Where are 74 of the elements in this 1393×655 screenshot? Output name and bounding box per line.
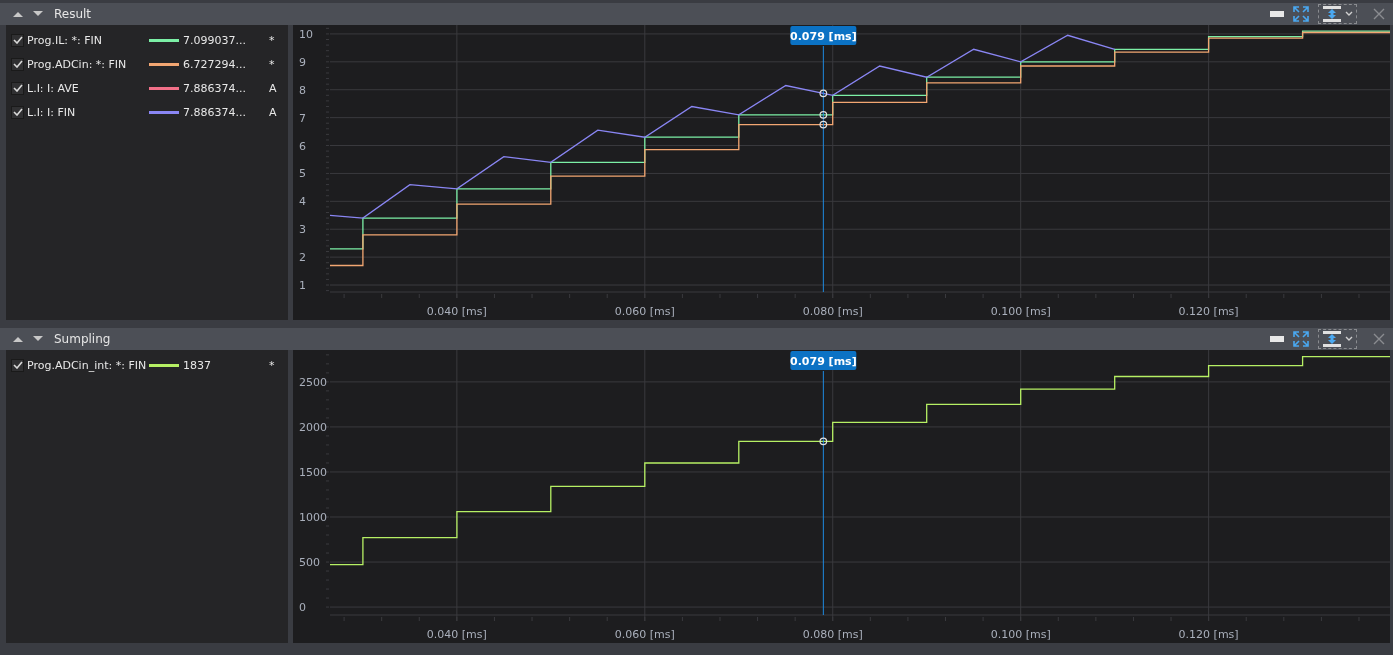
y-axis-label: 500 — [299, 556, 320, 570]
minimize-icon[interactable] — [1270, 335, 1284, 343]
cursor-label: 0.079 [ms] — [790, 26, 857, 45]
fit-all-icon[interactable] — [1292, 330, 1310, 348]
fit-vertical-dropdown[interactable] — [1318, 4, 1357, 24]
checkbox[interactable] — [11, 33, 24, 47]
x-axis-label: 0.080 [ms] — [802, 305, 863, 318]
series-name: L.I: I: AVE — [27, 81, 80, 95]
caret-icon — [1345, 11, 1353, 17]
panel-title: Sumpling — [54, 332, 111, 346]
cursor-label: 0.079 [ms] — [790, 351, 857, 370]
minimize-icon[interactable] — [1270, 10, 1284, 18]
x-axis-label: 0.120 [ms] — [1178, 305, 1239, 318]
close-icon[interactable] — [1373, 8, 1385, 20]
collapse-up-icon[interactable] — [12, 335, 24, 343]
y-axis-label: 3 — [299, 223, 306, 237]
series-name: Prog.ADCin_int: *: FIN — [27, 358, 148, 372]
y-axis-label: 8 — [299, 83, 306, 97]
ref-line-label: 0.079 [ms] — [790, 30, 857, 43]
series-value: 7.099037... — [183, 33, 247, 47]
cursor-line[interactable] — [822, 370, 824, 616]
y-axis-label: 1000 — [299, 511, 327, 524]
unit-label: * — [269, 57, 275, 71]
ref-line-label: 0.079 [ms] — [790, 355, 857, 368]
panel-title: Result — [54, 7, 92, 21]
checkbox[interactable] — [11, 358, 24, 372]
series-value: 1837 — [183, 358, 212, 372]
unit-label: * — [269, 33, 275, 47]
fit-vertical-dropdown[interactable] — [1318, 329, 1357, 349]
x-axis-label: 0.080 [ms] — [802, 628, 863, 641]
cursor-point — [819, 437, 828, 446]
y-axis-label: 2000 — [299, 420, 327, 434]
cursor-point — [819, 110, 828, 119]
series-name: Prog.IL: *: FIN — [27, 33, 103, 47]
y-axis-label: 0 — [299, 601, 306, 615]
series-value: 7.886374... — [183, 81, 247, 95]
checkbox[interactable] — [11, 105, 24, 119]
collapse-up-icon[interactable] — [12, 10, 24, 18]
series-name: L.I: I: FIN — [27, 105, 77, 119]
x-axis-label: 0.060 [ms] — [614, 628, 675, 641]
expand-down-icon[interactable] — [32, 10, 44, 18]
x-axis-label: 0.040 [ms] — [426, 305, 487, 318]
cursor-line[interactable] — [822, 45, 824, 293]
y-axis-label: 1 — [299, 279, 306, 293]
x-axis-label: 0.100 [ms] — [990, 305, 1051, 318]
caret-icon — [1345, 336, 1353, 342]
x-axis-label: 0.060 [ms] — [614, 305, 675, 318]
cursor-point — [819, 89, 828, 98]
y-axis-label: 4 — [299, 195, 306, 209]
y-axis-label: 1500 — [299, 465, 327, 479]
x-axis-label: 0.120 [ms] — [1178, 628, 1239, 641]
checkbox[interactable] — [11, 81, 24, 95]
unit-label: A — [269, 81, 277, 95]
series-value: 7.886374... — [183, 105, 247, 119]
fit-vertical-icon — [1322, 5, 1342, 23]
y-axis-label: 10 — [299, 27, 313, 41]
cursor-point — [819, 120, 828, 129]
y-axis-label: 7 — [299, 111, 306, 125]
fit-vertical-icon — [1322, 330, 1342, 348]
close-icon[interactable] — [1373, 333, 1385, 345]
series-name: Prog.ADCin: *: FIN — [27, 57, 128, 71]
y-axis-label: 6 — [299, 139, 306, 153]
unit-label: A — [269, 105, 277, 119]
series-value: 6.727294... — [183, 57, 247, 71]
expand-down-icon[interactable] — [32, 335, 44, 343]
x-axis-label: 0.040 [ms] — [426, 628, 487, 641]
x-axis-label: 0.100 [ms] — [990, 628, 1051, 641]
y-axis-label: 2 — [299, 251, 306, 265]
checkbox[interactable] — [11, 57, 24, 71]
y-axis-label: 2500 — [299, 375, 327, 389]
fit-all-icon[interactable] — [1292, 5, 1310, 23]
unit-label: * — [269, 358, 275, 372]
y-axis-label: 9 — [299, 55, 306, 69]
y-axis-label: 5 — [299, 167, 306, 181]
